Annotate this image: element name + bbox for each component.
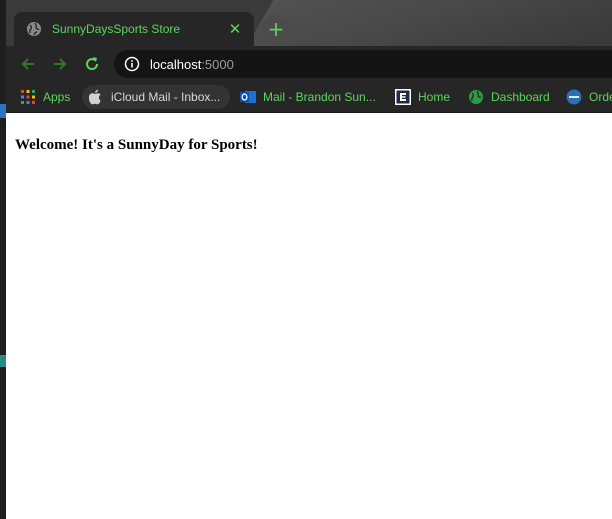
plus-icon: +	[267, 17, 285, 41]
reload-button[interactable]	[80, 52, 104, 76]
tab-title: SunnyDaysSports Store	[52, 22, 181, 36]
bookmark-mail-brandon[interactable]: Mail - Brandon Sun...	[240, 85, 376, 109]
url-port: :5000	[201, 56, 234, 72]
close-tab-icon[interactable]: ✕	[226, 20, 244, 38]
bookmark-icloud-mail[interactable]: iCloud Mail - Inbox...	[82, 85, 230, 109]
bookmarks-bar: Apps iCloud Mail - Inbox... Mail - Brand…	[6, 82, 612, 113]
info-icon[interactable]	[124, 56, 140, 72]
address-bar[interactable]: localhost:5000	[114, 50, 612, 78]
forward-button[interactable]	[48, 52, 72, 76]
bookmark-home[interactable]: Home	[395, 85, 450, 109]
bookmark-orde[interactable]: Orde	[566, 85, 612, 109]
arrow-right-icon	[54, 58, 67, 70]
bookmark-label: Dashboard	[491, 90, 550, 104]
url-host: localhost	[150, 56, 202, 72]
browser-window: SunnyDaysSports Store ✕ + localhost:5000…	[6, 0, 612, 519]
outlook-icon	[240, 89, 256, 105]
new-tab-button[interactable]: +	[262, 15, 290, 43]
browser-tab[interactable]: SunnyDaysSports Store ✕	[14, 12, 254, 46]
bookmark-apps[interactable]: Apps	[20, 85, 70, 109]
apple-icon	[88, 89, 104, 105]
tab-strip: SunnyDaysSports Store ✕ +	[6, 0, 612, 46]
left-window-edge	[0, 0, 6, 519]
browser-toolbar: localhost:5000	[6, 46, 612, 82]
bookmark-label: Apps	[43, 90, 71, 104]
bookmark-label: Home	[418, 90, 451, 104]
back-button[interactable]	[16, 52, 40, 76]
left-edge-highlight	[0, 104, 6, 118]
globe-icon	[26, 21, 42, 37]
page-heading: Welcome! It's a SunnyDay for Sports!	[15, 137, 258, 153]
bookmark-dashboard[interactable]: Dashboard	[468, 85, 550, 109]
reload-icon	[86, 57, 99, 71]
bookmark-label: Mail - Brandon Sun...	[263, 90, 376, 104]
arrow-left-icon	[21, 58, 34, 70]
url-text: localhost:5000	[150, 57, 234, 72]
left-edge-highlight	[0, 355, 6, 367]
e-icon	[395, 89, 411, 105]
bookmark-label: iCloud Mail - Inbox...	[111, 90, 221, 104]
bookmark-label: Orde	[589, 90, 612, 104]
globe-icon	[468, 89, 484, 105]
oth-icon	[566, 89, 582, 105]
page-content: Welcome! It's a SunnyDay for Sports!	[6, 113, 612, 519]
apps-grid-icon	[20, 89, 36, 105]
